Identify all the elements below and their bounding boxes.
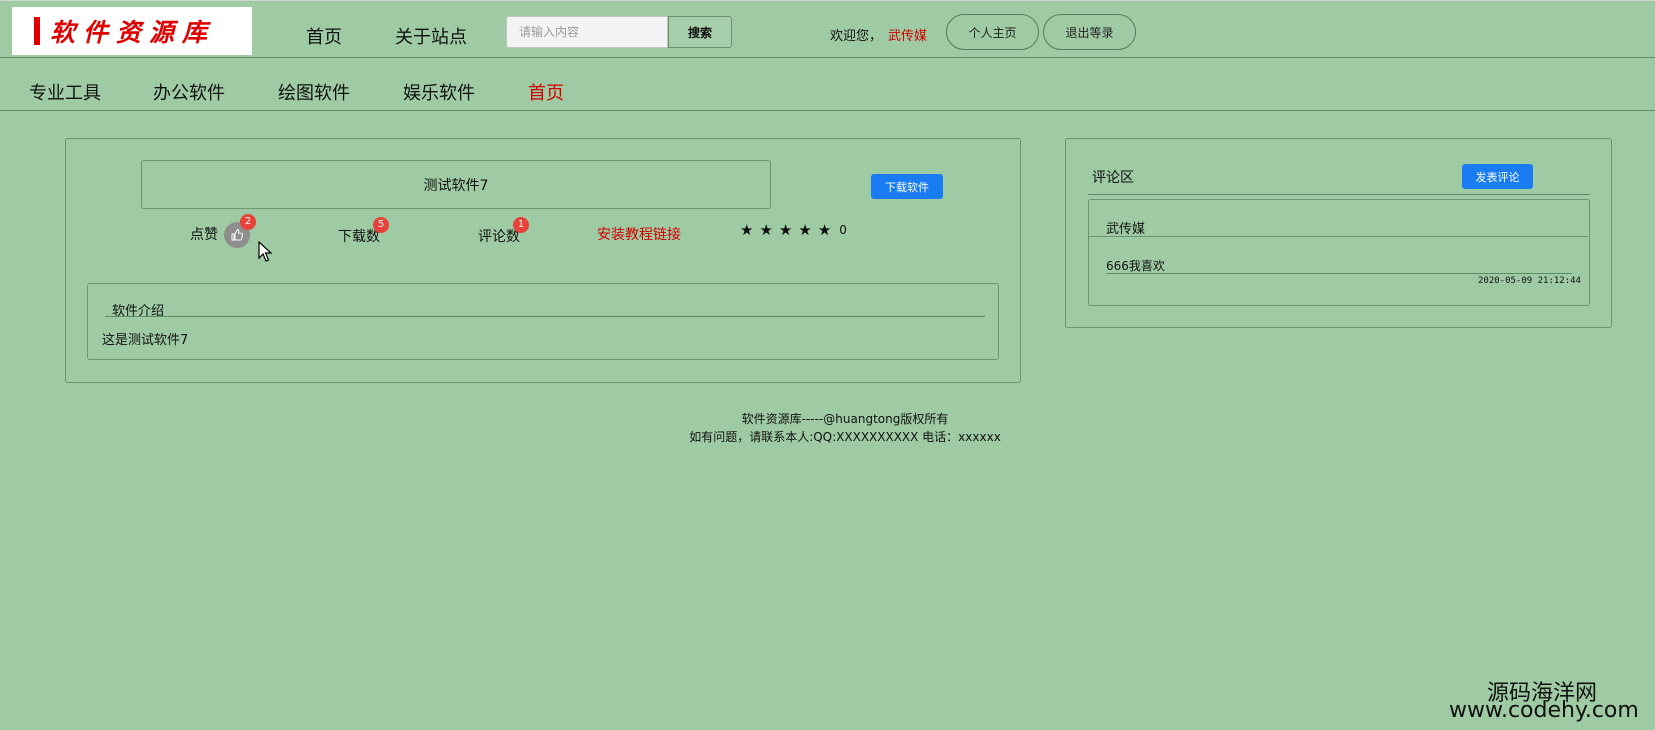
rating-value: 0 [839,223,847,237]
thumbs-up-icon [231,229,244,241]
logout-button[interactable]: 退出等录 [1043,14,1136,50]
comment-item [1088,199,1590,306]
install-tutorial-link[interactable]: 安装教程链接 [597,224,681,244]
category-drawing-software[interactable]: 绘图软件 [278,79,350,105]
category-professional-tools[interactable]: 专业工具 [29,79,101,105]
comment-count-badge: 1 [513,217,529,233]
username-link[interactable]: 武传媒 [888,25,927,44]
nav-home-link[interactable]: 首页 [306,23,342,49]
intro-text: 这是测试软件7 [102,333,189,348]
comment-text: 666我喜欢 [1106,259,1165,273]
software-intro-box [87,283,999,360]
comment-section-heading: 评论区 [1092,170,1134,186]
category-home[interactable]: 首页 [528,79,564,105]
like-label: 点赞 [190,227,218,243]
star-icon[interactable]: ★ [740,222,753,238]
star-icon[interactable]: ★ [779,222,792,238]
category-bar: 专业工具 办公软件 绘图软件 娱乐软件 首页 [0,57,1655,111]
software-title: 测试软件7 [141,160,771,209]
category-office-software[interactable]: 办公软件 [153,79,225,105]
comment-divider [1088,194,1590,195]
site-logo[interactable]: 软件资源库 [12,7,252,55]
download-count-badge: 5 [373,217,389,233]
nav-about-link[interactable]: 关于站点 [395,23,467,49]
search-input[interactable] [506,16,668,48]
comment-timestamp: 2020-05-09 21:12:44 [1478,276,1581,286]
profile-button[interactable]: 个人主页 [946,14,1039,50]
like-count-badge: 2 [240,214,256,230]
star-icon[interactable]: ★ [798,222,811,238]
top-bar: 软件资源库 首页 关于站点 搜索 欢迎您， 武传媒 个人主页 退出等录 [0,0,1655,58]
welcome-text: 欢迎您， [830,29,883,44]
star-icon[interactable]: ★ [818,222,831,238]
comment-item-divider [1088,236,1588,237]
mouse-cursor-icon [258,241,272,262]
category-entertainment-software[interactable]: 娱乐软件 [403,79,475,105]
footer-copyright: 软件资源库-----@huangtong版权所有 [741,412,949,426]
post-comment-button[interactable]: 发表评论 [1462,164,1533,189]
page-footer: 软件资源库-----@huangtong版权所有 如有问题，请联系本人:QQ:X… [0,410,1655,446]
intro-divider [105,316,985,317]
footer-contact: 如有问题，请联系本人:QQ:XXXXXXXXXX 电话：xxxxxx [689,430,1001,444]
comment-user: 武传媒 [1106,222,1146,237]
logo-text: 软件资源库 [50,18,216,47]
star-icon[interactable]: ★ [759,222,772,238]
logo-bar-icon [34,17,40,45]
rating-stars[interactable]: ★ ★ ★ ★ ★ 0 [740,222,847,238]
comment-text-underline [1106,273,1572,274]
watermark-url: www.codehy.com [1449,698,1639,723]
download-software-button[interactable]: 下载软件 [871,174,943,199]
search-button[interactable]: 搜索 [668,16,732,48]
